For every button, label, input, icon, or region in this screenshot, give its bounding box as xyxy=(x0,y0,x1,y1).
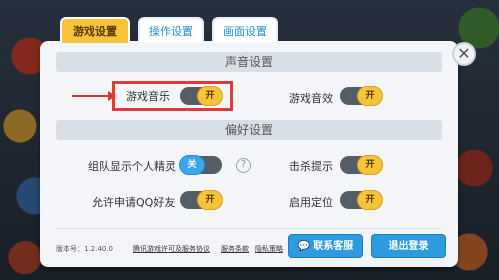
tab-control-settings[interactable]: 操作设置 xyxy=(138,17,204,43)
pointer-arrow xyxy=(72,91,116,101)
team-sprite-label: 组队显示个人精灵 xyxy=(88,160,176,173)
game-music-label: 游戏音乐 xyxy=(126,90,170,103)
game-music-toggle[interactable]: 开 xyxy=(180,86,223,106)
allow-qq-label: 允许申请QQ好友 xyxy=(92,196,176,209)
game-sfx-toggle[interactable]: 开 xyxy=(340,86,383,106)
kill-hint-toggle[interactable]: 开 xyxy=(340,155,383,175)
location-label: 启用定位 xyxy=(289,196,333,209)
terms-link[interactable]: 服务条款 xyxy=(221,244,249,254)
version-text: 版本号：1.2.40.0 xyxy=(56,245,113,253)
contact-support-button[interactable]: 💬 联系客服 xyxy=(288,234,363,258)
team-sprite-toggle-state: 关 xyxy=(179,155,205,175)
game-sfx-toggle-state: 开 xyxy=(357,86,383,106)
logout-button[interactable]: 退出登录 xyxy=(371,234,446,258)
team-sprite-toggle[interactable]: 关 xyxy=(179,155,222,175)
tab-game-settings[interactable]: 游戏设置 xyxy=(60,17,130,43)
game-sfx-label: 游戏音效 xyxy=(289,92,333,105)
section-sound-header: 声音设置 xyxy=(56,52,442,72)
section-prefs-header: 偏好设置 xyxy=(56,120,442,140)
game-music-toggle-state: 开 xyxy=(197,86,223,106)
allow-qq-toggle-state: 开 xyxy=(197,190,223,210)
kill-hint-label: 击杀提示 xyxy=(289,160,333,173)
allow-qq-toggle[interactable]: 开 xyxy=(180,190,223,210)
close-icon[interactable]: ✕ xyxy=(452,42,476,66)
location-toggle[interactable]: 开 xyxy=(340,190,383,210)
tab-display-settings[interactable]: 画面设置 xyxy=(212,17,278,43)
kill-hint-toggle-state: 开 xyxy=(357,155,383,175)
privacy-link[interactable]: 隐私策略 xyxy=(255,244,283,254)
help-icon[interactable]: ? xyxy=(236,158,251,173)
location-toggle-state: 开 xyxy=(357,190,383,210)
license-link[interactable]: 腾讯游戏许可及服务协议 xyxy=(133,244,210,254)
footer-divider xyxy=(56,228,442,229)
chat-icon: 💬 xyxy=(297,241,311,252)
contact-support-label: 联系客服 xyxy=(313,241,354,252)
